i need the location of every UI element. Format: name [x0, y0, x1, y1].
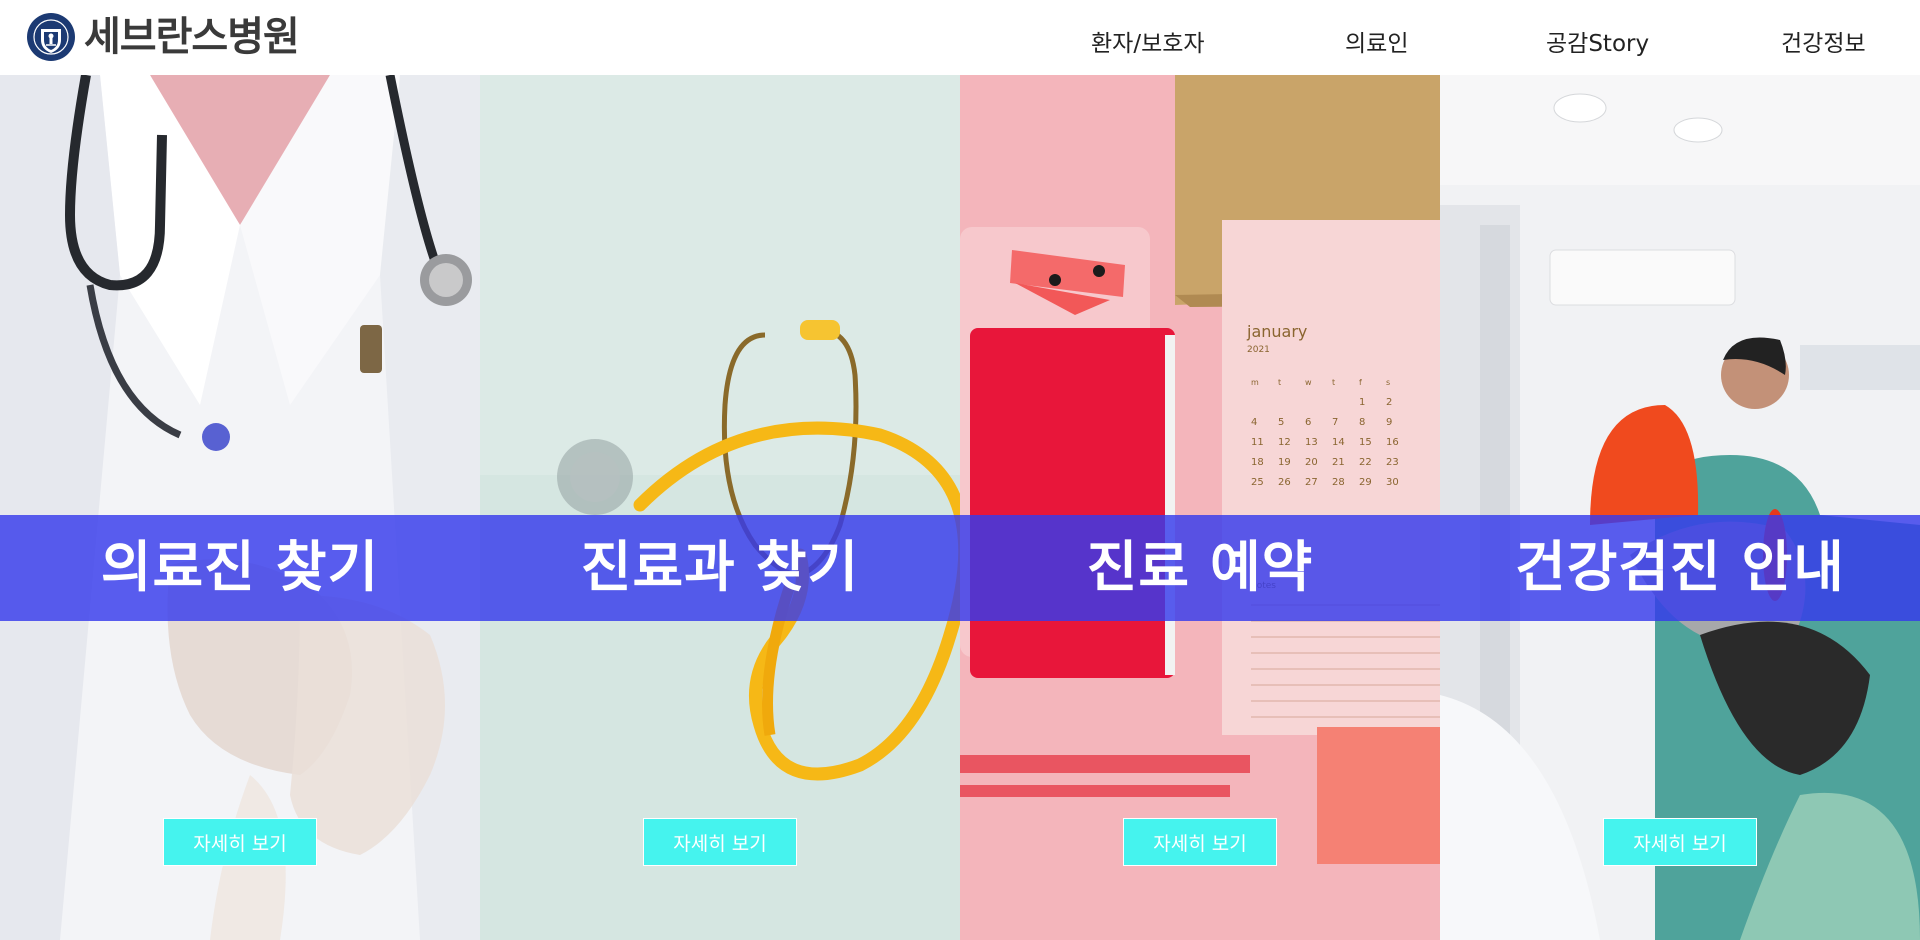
panel-title-find-department: 진료과 찾기	[580, 535, 860, 599]
desk-photo: january 2021 m t w t f s1 24 5 6 7 8 911 12 13 14 15 161…	[960, 75, 1440, 940]
nav-item-patients[interactable]: 환자/보호자	[1091, 24, 1205, 58]
calendar-day: 29	[1359, 477, 1372, 488]
panel-reservation[interactable]: january 2021 m t w t f s 1 2 4 5 6 7 8 9 11 12 13 14 15 16 1…	[960, 75, 1440, 940]
calendar-day: 16	[1386, 437, 1399, 448]
reservation-more-button[interactable]: 자세히 보기	[1123, 818, 1277, 866]
calendar-day: 5	[1278, 417, 1284, 428]
site-header: 세브란스병원 환자/보호자 의료인 공감Story 건강정보	[0, 0, 1920, 75]
panel-title-reservation: 진료 예약	[1086, 535, 1314, 599]
calendar-day: 23	[1386, 457, 1399, 468]
nav-item-medical-staff[interactable]: 의료인	[1345, 24, 1408, 58]
calendar-day: 12	[1278, 437, 1291, 448]
calendar-weekday: w	[1305, 378, 1312, 387]
calendar-day: 18	[1251, 457, 1264, 468]
calendar-month: january	[1246, 322, 1307, 341]
calendar-day: 7	[1332, 417, 1338, 428]
panel-find-department[interactable]	[480, 75, 960, 940]
find-doctor-more-button[interactable]: 자세히 보기	[163, 818, 317, 866]
calendar-day: 8	[1359, 417, 1365, 428]
panel-title-health-checkup: 건강검진 안내	[1515, 535, 1845, 599]
nav-item-health-info[interactable]: 건강정보	[1781, 24, 1866, 58]
calendar-day: 21	[1332, 457, 1345, 468]
clinic-photo	[1440, 75, 1920, 940]
calendar-weekday: s	[1386, 378, 1390, 387]
panel-health-checkup[interactable]	[1440, 75, 1920, 940]
calendar-weekday: t	[1332, 378, 1335, 387]
calendar-day: 25	[1251, 477, 1264, 488]
doctor-photo	[0, 75, 480, 940]
calendar-day: 22	[1359, 457, 1372, 468]
calendar-weekday: f	[1359, 378, 1362, 387]
calendar-day: 15	[1359, 437, 1372, 448]
calendar-day: 9	[1386, 417, 1392, 428]
nav-item-story[interactable]: 공감Story	[1546, 24, 1649, 58]
main-nav: 환자/보호자 의료인 공감Story 건강정보	[0, 0, 1920, 75]
calendar-day: 28	[1332, 477, 1345, 488]
calendar-day: 27	[1305, 477, 1318, 488]
calendar-day: 14	[1332, 437, 1345, 448]
health-checkup-more-button[interactable]: 자세히 보기	[1603, 818, 1757, 866]
calendar-day: 30	[1386, 477, 1399, 488]
panel-find-doctor[interactable]	[0, 75, 480, 940]
calendar-year: 2021	[1247, 345, 1270, 355]
calendar-day: 13	[1305, 437, 1318, 448]
find-department-more-button[interactable]: 자세히 보기	[643, 818, 797, 866]
stethoscope-photo	[480, 75, 960, 940]
calendar-day: 2	[1386, 397, 1392, 408]
panel-title-find-doctor: 의료진 찾기	[100, 535, 380, 599]
calendar-day: 19	[1278, 457, 1291, 468]
calendar-day: 20	[1305, 457, 1318, 468]
calendar-day: 6	[1305, 417, 1311, 428]
calendar-day: 11	[1251, 437, 1264, 448]
calendar-day: 4	[1251, 417, 1257, 428]
calendar-weekday: m	[1251, 378, 1259, 387]
calendar-weekday: t	[1278, 378, 1281, 387]
calendar-day: 1	[1359, 397, 1365, 408]
feature-panels: january 2021 m t w t f s 1 2 4 5 6 7 8 9 11 12 13 14 15 16 1…	[0, 75, 1920, 940]
calendar-day: 26	[1278, 477, 1291, 488]
